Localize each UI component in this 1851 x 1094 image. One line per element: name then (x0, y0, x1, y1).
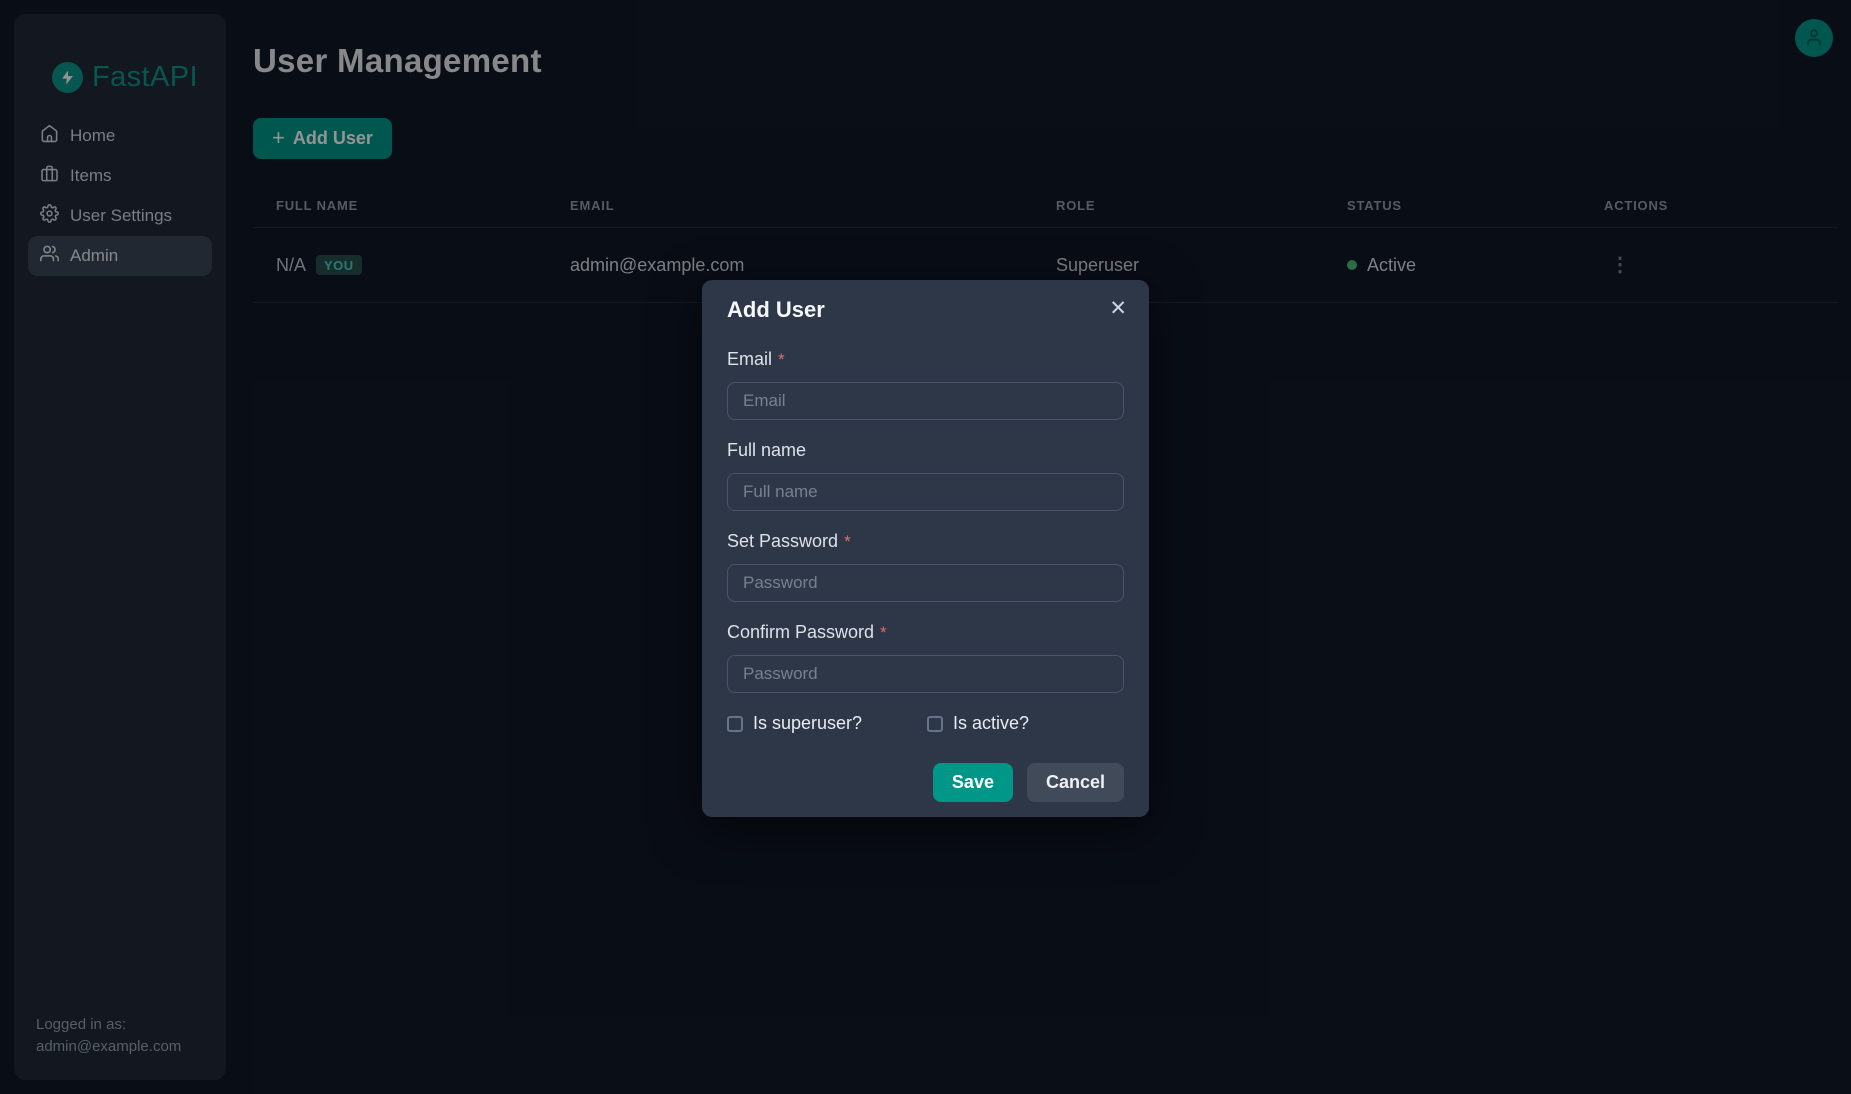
confirm-password-label: Confirm Password * (727, 622, 1124, 643)
confirm-password-field[interactable] (727, 655, 1124, 693)
save-button[interactable]: Save (933, 763, 1013, 802)
modal-footer: Save Cancel (933, 763, 1124, 802)
full-name-label: Full name (727, 440, 1124, 461)
is-superuser-checkbox[interactable] (727, 716, 743, 732)
add-user-form: Email * Full name Set Password * Confirm… (727, 349, 1124, 734)
required-marker: * (880, 623, 887, 643)
is-active-checkbox[interactable] (927, 716, 943, 732)
email-label: Email * (727, 349, 1124, 370)
is-superuser-option: Is superuser? (727, 713, 927, 734)
required-marker: * (844, 532, 851, 552)
checkbox-row: Is superuser? Is active? (727, 713, 1124, 734)
set-password-field[interactable] (727, 564, 1124, 602)
modal-title: Add User (727, 297, 825, 323)
close-icon[interactable]: ✕ (1105, 294, 1131, 323)
set-password-label: Set Password * (727, 531, 1124, 552)
email-field[interactable] (727, 382, 1124, 420)
add-user-modal: Add User ✕ Email * Full name Set Passwor… (702, 280, 1149, 817)
cancel-button[interactable]: Cancel (1027, 763, 1124, 802)
is-active-label: Is active? (953, 713, 1029, 734)
is-active-option: Is active? (927, 713, 1029, 734)
is-superuser-label: Is superuser? (753, 713, 862, 734)
full-name-field[interactable] (727, 473, 1124, 511)
required-marker: * (778, 350, 785, 370)
